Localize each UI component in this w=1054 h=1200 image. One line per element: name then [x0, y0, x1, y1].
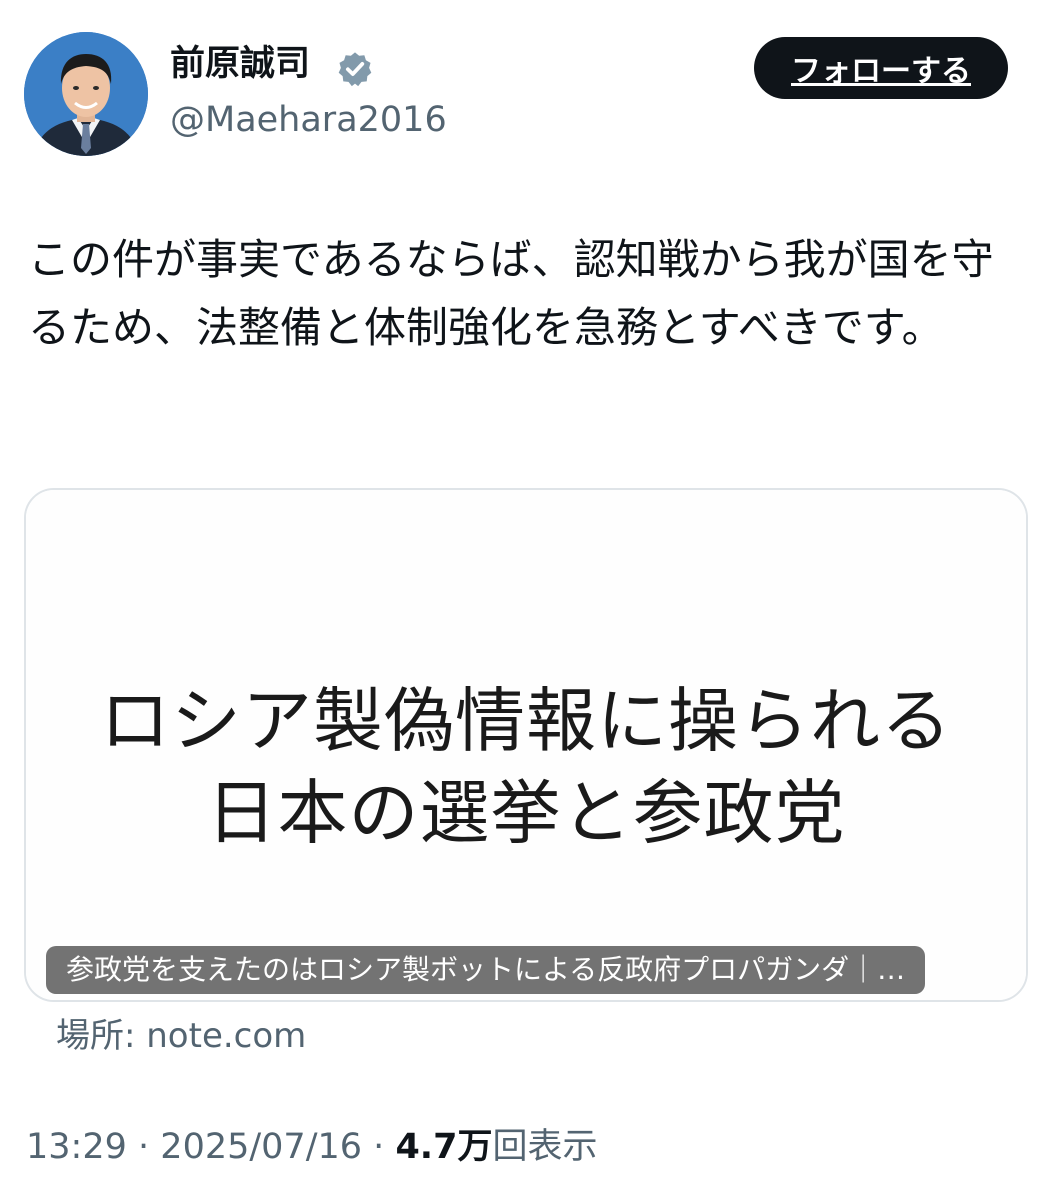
card-source-domain[interactable]: 場所: note.com	[56, 1014, 306, 1058]
card-image-headline: ロシア製偽情報に操られる 日本の選挙と参政党	[26, 675, 1026, 859]
verified-badge-icon	[338, 52, 372, 87]
card-image-headline-line2: 日本の選挙と参政党	[206, 772, 846, 854]
views-count-unit: 万	[457, 1127, 493, 1167]
tweet-time[interactable]: 13:29	[26, 1127, 127, 1167]
views-label: 回表示	[492, 1127, 598, 1167]
tweet-text: この件が事実であるならば、認知戦から我が国を守るため、法整備と体制強化を急務とす…	[28, 235, 994, 352]
follow-button[interactable]: フォローする	[754, 37, 1008, 99]
card-image: ロシア製偽情報に操られる 日本の選挙と参政党	[26, 490, 1026, 1000]
tweet-date[interactable]: 2025/07/16	[160, 1127, 362, 1167]
avatar-portrait-icon	[24, 32, 148, 156]
views-count-number: 4.7	[395, 1127, 458, 1167]
avatar[interactable]	[24, 32, 148, 156]
link-card[interactable]: ロシア製偽情報に操られる 日本の選挙と参政党 参政党を支えたのはロシア製ボットに…	[24, 488, 1028, 1002]
card-image-headline-line1: ロシア製偽情報に操られる	[100, 680, 952, 762]
meta-separator: ·	[138, 1127, 150, 1167]
tweet-meta: 13:29 · 2025/07/16 · 4.7万回表示	[26, 1124, 598, 1170]
meta-separator: ·	[373, 1127, 385, 1167]
card-title-caption: 参政党を支えたのはロシア製ボットによる反政府プロパガンダ｜…	[46, 946, 926, 994]
display-name[interactable]: 前原誠司	[170, 42, 310, 86]
user-handle[interactable]: @Maehara2016	[170, 98, 447, 142]
views-count: 4.7万	[395, 1127, 492, 1167]
